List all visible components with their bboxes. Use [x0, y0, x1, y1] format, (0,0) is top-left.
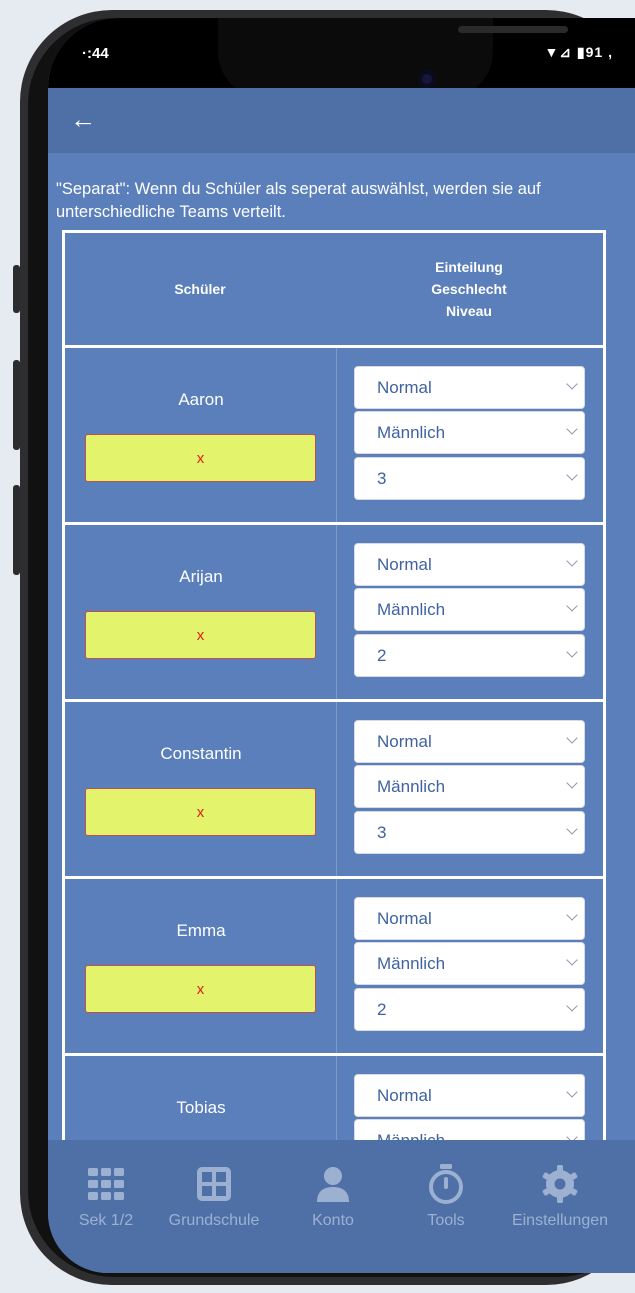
student-cell: Emma x [65, 879, 337, 1053]
niveau-select[interactable]: 3 [354, 457, 585, 500]
student-table: Schüler Einteilung Geschlecht Niveau Aar… [62, 230, 606, 1145]
nav-label-sek: Sek 1/2 [78, 1212, 134, 1229]
niveau-select[interactable]: 3 [354, 811, 585, 854]
einteilung-select[interactable]: Normal [354, 897, 585, 940]
chevron-down-icon [566, 732, 578, 744]
table-row: Tobias x Normal Männlich [65, 1056, 603, 1145]
einteilung-select[interactable]: Normal [354, 720, 585, 763]
table-grid-icon [197, 1167, 231, 1201]
camera-notch [218, 18, 568, 98]
einteilung-value: Normal [377, 909, 432, 928]
geschlecht-value: Männlich [377, 423, 446, 442]
header-einteilung: Einteilung [435, 259, 503, 275]
back-arrow-icon[interactable]: ← [70, 104, 96, 134]
header-geschlecht: Geschlecht [431, 281, 507, 297]
einteilung-value: Normal [377, 378, 432, 397]
chevron-down-icon [566, 646, 578, 658]
niveau-value: 3 [377, 823, 387, 842]
nav-label-tools: Tools [427, 1212, 465, 1229]
grid-icon [88, 1168, 124, 1200]
nav-label-einstellungen: Einstellungen [511, 1212, 609, 1229]
student-name: Emma [176, 921, 226, 940]
student-name: Tobias [176, 1098, 226, 1117]
nav-item-sek[interactable]: Sek 1/2 [48, 1162, 166, 1230]
einteilung-value: Normal [377, 732, 432, 751]
chevron-down-icon [566, 909, 578, 921]
chevron-down-icon [566, 555, 578, 567]
status-time: ·:44 [82, 45, 109, 62]
niveau-value: 2 [377, 646, 387, 665]
geschlecht-value: Männlich [377, 600, 446, 619]
einteilung-value: Normal [377, 1086, 432, 1105]
separate-button[interactable]: x [85, 611, 316, 659]
person-icon [317, 1167, 349, 1202]
nav-label-konto: Konto [312, 1212, 354, 1229]
chevron-down-icon [566, 1000, 578, 1012]
table-row: Emma x Normal Männlich 2 [65, 879, 603, 1056]
table-row: Arijan x Normal Männlich 2 [65, 525, 603, 702]
niveau-value: 2 [377, 1000, 387, 1019]
nav-label-grundschule: Grundschule [168, 1212, 260, 1229]
stopwatch-icon [429, 1164, 463, 1204]
student-name: Constantin [160, 744, 242, 763]
student-cell: Arijan x [65, 525, 337, 699]
status-icons: ▼⊿ ▮91 , [544, 44, 613, 60]
chevron-down-icon [566, 1086, 578, 1098]
header-schueler: Schüler [174, 281, 226, 297]
chevron-down-icon [566, 777, 578, 789]
phone-volume-up-button [13, 360, 20, 450]
phone-screen: ·:44 ▼⊿ ▮91 , ← "Separat": Wenn du Schül… [48, 18, 635, 1273]
einteilung-value: Normal [377, 555, 432, 574]
table-header: Schüler Einteilung Geschlecht Niveau [65, 233, 603, 348]
chevron-down-icon [566, 600, 578, 612]
einteilung-select[interactable]: Normal [354, 1074, 585, 1117]
student-cell: Constantin x [65, 702, 337, 876]
nav-item-tools[interactable]: Tools [386, 1162, 506, 1230]
info-text: "Separat": Wenn du Schüler als seperat a… [56, 180, 541, 221]
geschlecht-select[interactable]: Männlich [354, 411, 585, 454]
gear-icon [542, 1165, 578, 1203]
chevron-down-icon [566, 954, 578, 966]
nav-item-konto[interactable]: Konto [273, 1162, 393, 1230]
geschlecht-select[interactable]: Männlich [354, 588, 585, 631]
app-bar: ← [48, 88, 635, 153]
chevron-down-icon [566, 469, 578, 481]
nav-item-einstellungen[interactable]: Einstellungen [500, 1162, 620, 1230]
separate-button[interactable]: x [85, 965, 316, 1013]
student-cell: Tobias x [65, 1056, 337, 1145]
separate-button[interactable]: x [85, 788, 316, 836]
chevron-down-icon [566, 823, 578, 835]
nav-item-grundschule[interactable]: Grundschule [154, 1162, 274, 1230]
header-niveau: Niveau [446, 303, 492, 319]
chevron-down-icon [566, 423, 578, 435]
einteilung-select[interactable]: Normal [354, 366, 585, 409]
niveau-select[interactable]: 2 [354, 988, 585, 1031]
geschlecht-value: Männlich [377, 777, 446, 796]
phone-mute-switch [13, 265, 20, 313]
bottom-navigation: Sek 1/2 Grundschule Konto Tools Einstell… [48, 1140, 635, 1273]
separate-button[interactable]: x [85, 434, 316, 482]
student-name: Aaron [178, 390, 224, 409]
geschlecht-value: Männlich [377, 954, 446, 973]
niveau-value: 3 [377, 469, 387, 488]
student-cell: Aaron x [65, 348, 337, 522]
phone-volume-down-button [13, 485, 20, 575]
geschlecht-select[interactable]: Männlich [354, 765, 585, 808]
geschlecht-select[interactable]: Männlich [354, 942, 585, 985]
student-name: Arijan [179, 567, 223, 586]
chevron-down-icon [566, 378, 578, 390]
speaker-grille [458, 26, 568, 33]
niveau-select[interactable]: 2 [354, 634, 585, 677]
header-settings: Einteilung Geschlecht Niveau [335, 233, 603, 345]
einteilung-select[interactable]: Normal [354, 543, 585, 586]
table-row: Aaron x Normal Männlich 3 [65, 348, 603, 525]
table-row: Constantin x Normal Männlich 3 [65, 702, 603, 879]
front-camera-icon [418, 70, 436, 88]
